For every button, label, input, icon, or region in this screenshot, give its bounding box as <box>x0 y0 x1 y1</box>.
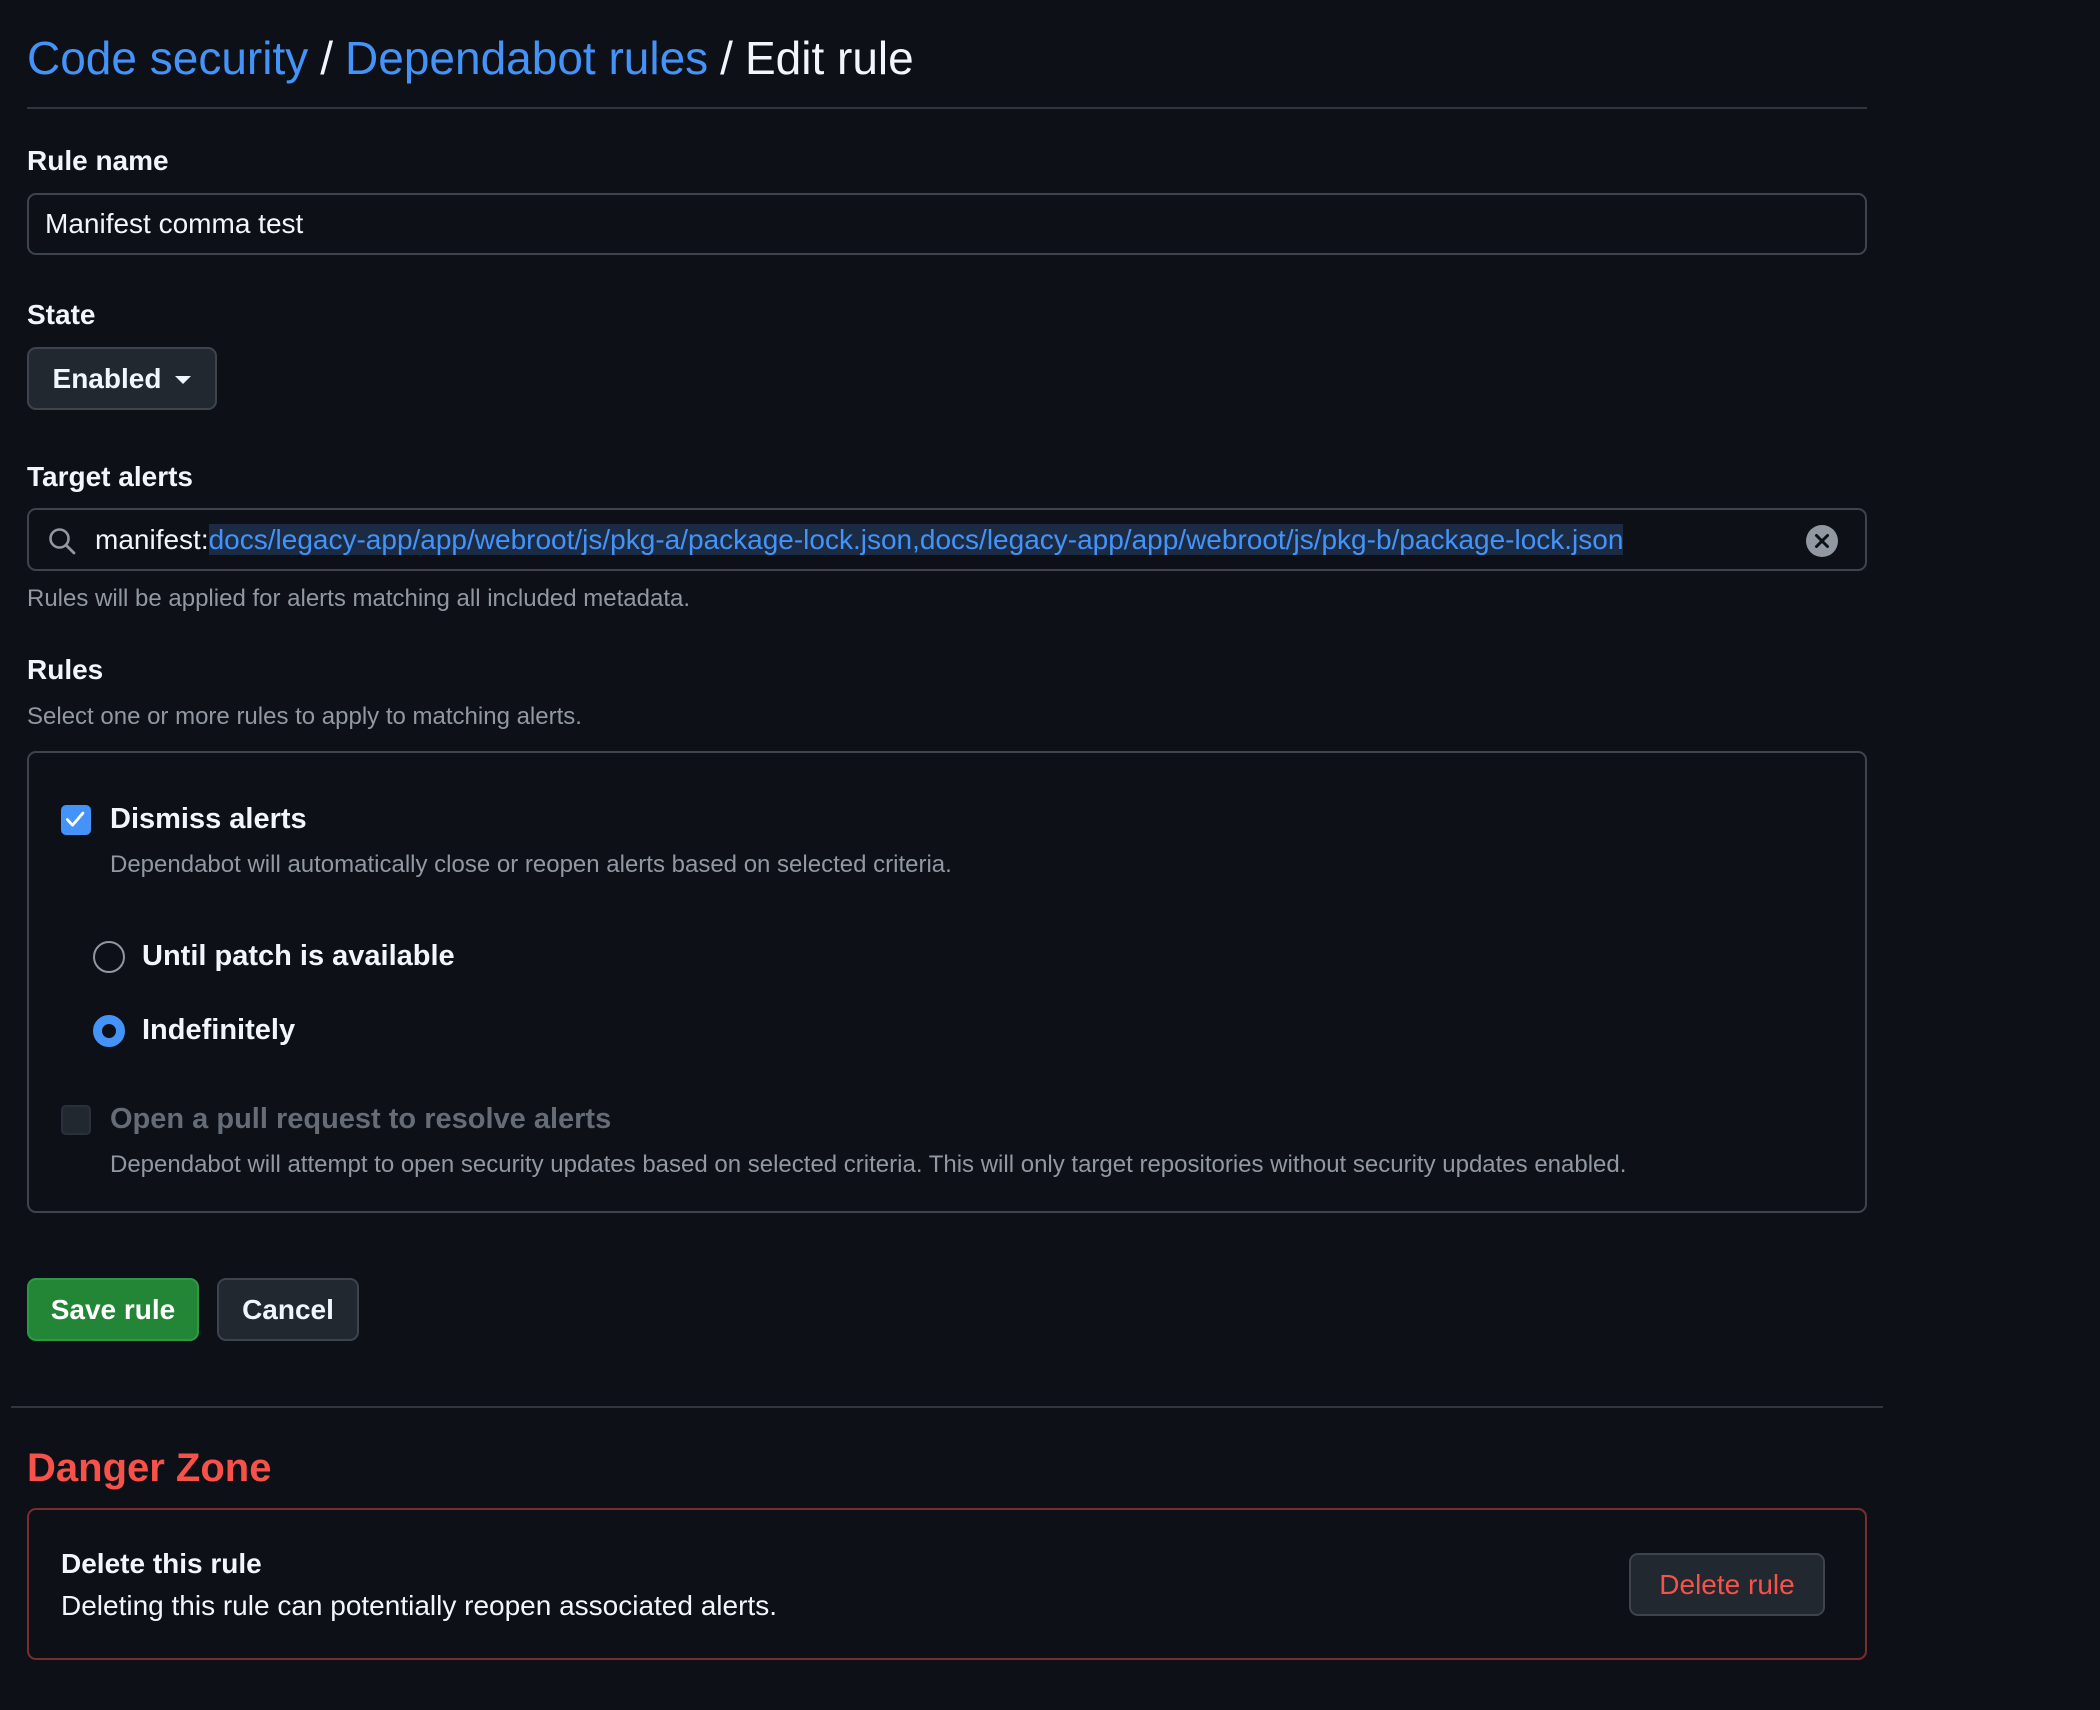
target-alerts-label: Target alerts <box>27 461 193 492</box>
cancel-button[interactable]: Cancel <box>217 1278 359 1341</box>
open-pull-request-checkbox[interactable] <box>61 1105 91 1135</box>
dismiss-alerts-checkbox[interactable] <box>61 805 91 835</box>
rule-name-label: Rule name <box>27 145 169 176</box>
rules-hint: Select one or more rules to apply to mat… <box>27 703 582 730</box>
state-selected-value: Enabled <box>52 362 162 394</box>
open-pull-request-label: Open a pull request to resolve alerts <box>110 1103 612 1135</box>
danger-zone-box: Delete this rule Deleting this rule can … <box>27 1508 1867 1660</box>
section-divider <box>11 1406 1883 1408</box>
delete-rule-heading: Delete this rule <box>61 1548 262 1579</box>
until-patch-radio[interactable] <box>93 941 125 973</box>
target-alerts-hint: Rules will be applied for alerts matchin… <box>27 585 691 612</box>
target-alerts-query: manifest:docs/legacy-app/app/webroot/js/… <box>95 510 1624 569</box>
indefinitely-label[interactable]: Indefinitely <box>142 1014 295 1047</box>
rule-name-input[interactable] <box>27 193 1867 255</box>
check-icon <box>65 811 85 827</box>
delete-rule-description: Deleting this rule can potentially reope… <box>61 1590 777 1621</box>
delete-rule-button[interactable]: Delete rule <box>1629 1553 1825 1616</box>
until-patch-label[interactable]: Until patch is available <box>142 940 455 973</box>
target-alerts-input[interactable]: manifest:docs/legacy-app/app/webroot/js/… <box>27 508 1867 571</box>
breadcrumb-separator: / <box>720 32 733 84</box>
danger-zone-title: Danger Zone <box>27 1446 272 1490</box>
state-label: State <box>27 299 96 330</box>
rules-box: Dismiss alerts Dependabot will automatic… <box>27 751 1867 1213</box>
breadcrumb-separator: / <box>320 32 334 84</box>
open-pull-request-description: Dependabot will attempt to open security… <box>110 1151 1627 1178</box>
query-qualifier: manifest: <box>95 524 209 555</box>
search-icon <box>49 528 76 555</box>
dismiss-alerts-description: Dependabot will automatically close or r… <box>110 851 952 878</box>
triangle-down-icon <box>175 376 192 384</box>
dismiss-alerts-label[interactable]: Dismiss alerts <box>110 803 307 836</box>
breadcrumb: Code security / Dependabot rules / Edit … <box>27 30 914 86</box>
header-divider <box>27 107 1867 109</box>
breadcrumb-code-security[interactable]: Code security <box>27 31 308 85</box>
save-rule-button[interactable]: Save rule <box>27 1278 199 1341</box>
query-value: docs/legacy-app/app/webroot/js/pkg-a/pac… <box>208 524 1624 555</box>
x-circle-fill-icon[interactable] <box>1805 524 1839 558</box>
edit-rule-page: Code security / Dependabot rules / Edit … <box>0 0 2100 1710</box>
page-title: Edit rule <box>744 32 914 84</box>
indefinitely-radio[interactable] <box>93 1015 125 1047</box>
breadcrumb-dependabot-rules[interactable]: Dependabot rules <box>345 31 708 85</box>
state-dropdown[interactable]: Enabled <box>27 347 217 410</box>
rules-label: Rules <box>27 654 104 685</box>
